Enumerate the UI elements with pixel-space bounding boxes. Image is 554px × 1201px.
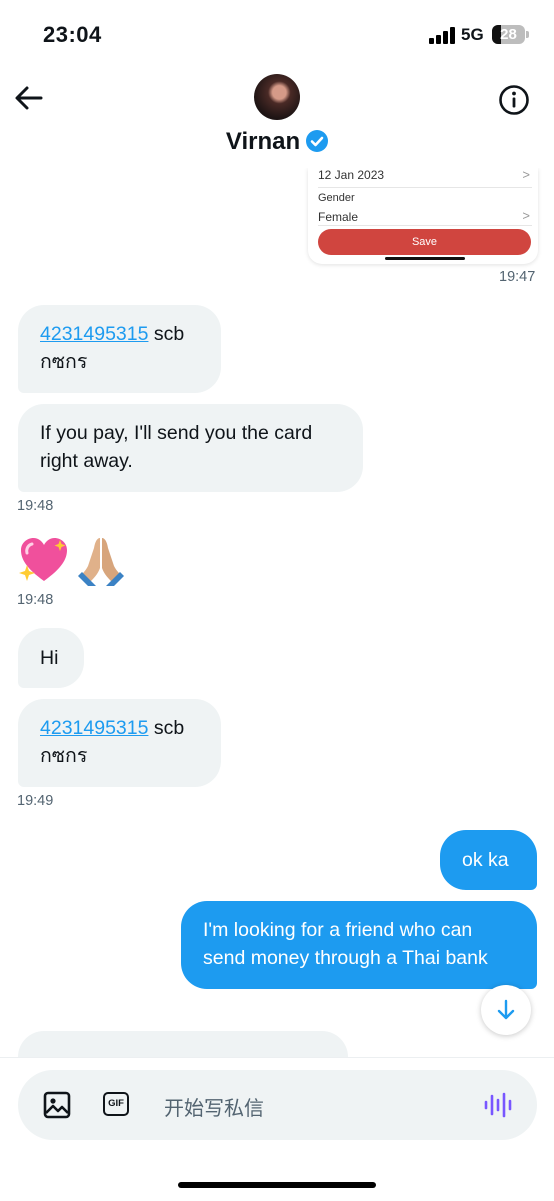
image-message[interactable]: 12 Jan 2023 > Gender Female > Save [308, 168, 538, 264]
avatar[interactable] [254, 74, 300, 120]
chevron-right-icon: > [522, 168, 530, 182]
message-bubble-sent[interactable]: I'm looking for a friend who can send mo… [181, 901, 537, 989]
account-number-link[interactable]: 4231495315 [40, 323, 148, 345]
image-date-value: 12 Jan 2023 [318, 168, 385, 182]
network-label: 5G [461, 25, 484, 44]
verified-badge-icon [306, 130, 329, 152]
sparkling-heart-emoji[interactable] [18, 535, 70, 585]
folded-hands-emoji[interactable] [74, 534, 128, 586]
message-bubble-sent[interactable]: ok ka [440, 830, 537, 890]
contact-name: Virnan [225, 128, 301, 155]
battery-cap [526, 31, 529, 38]
message-text: I'm looking for a friend who can send mo… [203, 919, 488, 969]
bank-code: scb [148, 323, 185, 345]
clock: 23:04 [43, 22, 102, 47]
message-bubble[interactable]: Hi [18, 628, 84, 688]
home-indicator [178, 1182, 376, 1188]
message-bubble[interactable]: 4231495315 scb กซกร [18, 305, 221, 393]
message-text: ok ka [462, 849, 509, 871]
battery-level: 28 [500, 26, 517, 43]
message-line: กซกร [40, 745, 88, 767]
battery-icon: 28 [492, 25, 525, 44]
arrow-down-icon [497, 999, 515, 1020]
gif-icon[interactable]: GIF [103, 1092, 129, 1116]
account-number-link[interactable]: 4231495315 [40, 717, 148, 739]
timestamp: 19:49 [17, 793, 54, 809]
status-bar: 23:04 5G 28 [0, 0, 554, 70]
timestamp: 19:47 [499, 269, 536, 285]
timestamp: 19:48 [17, 592, 54, 608]
message-input[interactable]: 开始写私信 [164, 1092, 264, 1121]
bank-code: scb [148, 717, 185, 739]
image-gender-value: Female [318, 210, 359, 224]
message-text: Hi [40, 647, 59, 669]
scroll-to-bottom-button[interactable] [481, 985, 531, 1035]
message-bubble[interactable]: If you pay, I'll send you the card right… [18, 404, 363, 492]
back-arrow-icon[interactable] [14, 84, 44, 112]
message-text: If you pay, I'll send you the card right… [40, 422, 313, 472]
contact-name-row[interactable]: Virnan [0, 128, 554, 156]
info-icon[interactable] [498, 84, 530, 116]
message-bubble[interactable]: 4231495315 scb กซกร [18, 699, 221, 787]
image-home-indicator [385, 257, 465, 260]
image-save-button: Save [318, 229, 531, 255]
voice-message-icon[interactable] [484, 1091, 512, 1119]
message-composer[interactable]: GIF 开始写私信 [18, 1070, 537, 1140]
message-line: กซกร [40, 351, 88, 373]
signal-icon [429, 27, 455, 44]
image-icon[interactable] [43, 1091, 71, 1119]
timestamp: 19:48 [17, 498, 54, 514]
chevron-right-icon: > [522, 208, 530, 223]
conversation-header: Virnan [0, 70, 554, 168]
image-gender-label: Gender [318, 192, 355, 204]
